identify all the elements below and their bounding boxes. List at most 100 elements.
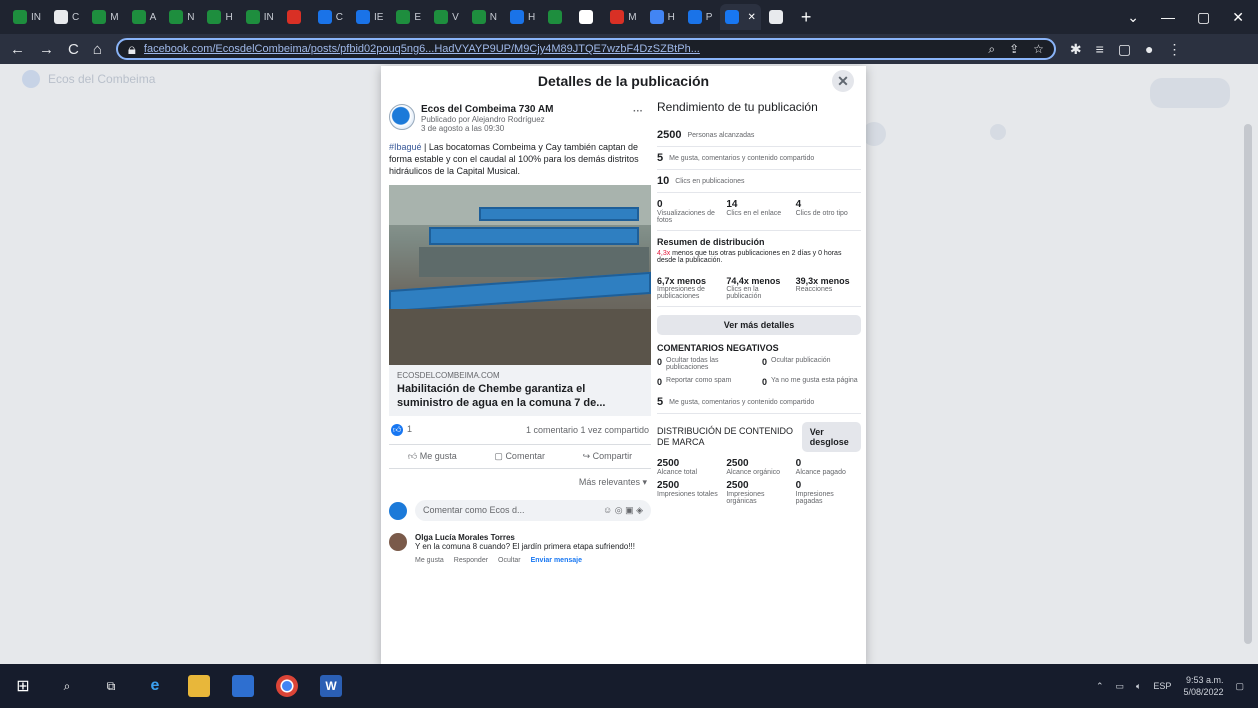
browser-tab[interactable]: C bbox=[49, 4, 84, 30]
chevron-down-icon[interactable]: ⌄ bbox=[1127, 9, 1139, 26]
edge-icon[interactable]: e bbox=[144, 675, 166, 697]
browser-tab[interactable] bbox=[543, 4, 571, 30]
browser-tab[interactable]: H bbox=[505, 4, 540, 30]
stat-value: 0 bbox=[795, 480, 802, 491]
stat-value: 0 bbox=[657, 199, 663, 210]
post-image[interactable] bbox=[389, 185, 651, 365]
system-tray: ⌃ ▭ 🔈︎ ESP 9:53 a.m. 5/08/2022 ▢ bbox=[1096, 674, 1258, 698]
tab-favicon-icon bbox=[355, 10, 370, 24]
chrome-icon[interactable] bbox=[276, 675, 298, 697]
back-icon[interactable]: ← bbox=[10, 41, 25, 58]
browser-tab[interactable]: N bbox=[164, 4, 199, 30]
stat-label: Alcance total bbox=[657, 469, 698, 476]
neg-label: Ocultar publicación bbox=[771, 357, 831, 364]
page-scrollbar[interactable] bbox=[1244, 124, 1252, 644]
bookmark-star-icon[interactable]: ☆ bbox=[1033, 42, 1044, 57]
forward-icon[interactable]: → bbox=[39, 41, 54, 58]
browser-tab[interactable]: V bbox=[429, 4, 464, 30]
side-panel-icon[interactable]: ▢ bbox=[1118, 41, 1131, 58]
new-tab-button[interactable]: + bbox=[801, 7, 812, 28]
menu-icon[interactable]: ⋮ bbox=[1168, 41, 1182, 58]
browser-tab[interactable]: C bbox=[313, 4, 348, 30]
send-message-button[interactable]: Enviar mensaje bbox=[531, 557, 582, 564]
stat-value: 0 bbox=[795, 458, 802, 469]
comments-shares[interactable]: 1 comentario 1 vez compartido bbox=[526, 425, 649, 435]
volume-icon[interactable]: 🔈︎ bbox=[1136, 681, 1141, 692]
browser-tab[interactable]: M bbox=[87, 4, 123, 30]
browser-tab[interactable]: IN bbox=[8, 4, 46, 30]
tab-favicon-icon bbox=[471, 10, 486, 24]
browser-tab[interactable]: N bbox=[467, 4, 502, 30]
neg-value: 0 bbox=[762, 377, 768, 387]
browser-tab[interactable]: P bbox=[683, 4, 718, 30]
tab-label: IN bbox=[263, 11, 274, 23]
emoji-icons[interactable]: ☺ ◎ ▣ ◈ bbox=[603, 505, 643, 516]
see-more-details-button[interactable]: Ver más detalles bbox=[657, 315, 861, 335]
neg-value: 0 bbox=[657, 357, 663, 367]
task-view-icon[interactable]: ⧉ bbox=[100, 675, 122, 697]
share-icon[interactable]: ⇪ bbox=[1009, 42, 1019, 57]
comment-actions: Me gusta Responder Ocultar Enviar mensaj… bbox=[389, 557, 651, 564]
minimize-icon[interactable]: — bbox=[1161, 9, 1175, 26]
browser-tab[interactable]: H bbox=[645, 4, 680, 30]
stat-value: 2500 bbox=[657, 458, 680, 469]
browser-tab[interactable] bbox=[764, 4, 792, 30]
browser-tab[interactable]: H bbox=[202, 4, 237, 30]
network-icon[interactable]: ▭ bbox=[1116, 681, 1125, 692]
search-icon[interactable]: ⌕ bbox=[988, 42, 995, 57]
view-breakdown-button[interactable]: Ver desglose bbox=[801, 422, 861, 452]
browser-tab[interactable] bbox=[574, 4, 602, 30]
browser-tab[interactable] bbox=[282, 4, 310, 30]
post-date[interactable]: 3 de agosto a las 09:30 bbox=[421, 124, 553, 133]
hide-button[interactable]: Ocultar bbox=[498, 557, 521, 564]
published-by: Publicado por Alejandro Rodríguez bbox=[421, 115, 545, 124]
browser-tab[interactable]: IN bbox=[241, 4, 279, 30]
page-avatar[interactable] bbox=[389, 104, 415, 130]
comment-input[interactable]: Comentar como Ecos d... ☺ ◎ ▣ ◈ bbox=[415, 500, 651, 521]
hashtag-link[interactable]: #Ibagué bbox=[389, 142, 422, 152]
windows-taskbar: ⊞ ⌕ ⧉ e W ⌃ ▭ 🔈︎ ESP 9:53 a.m. 5/08/2022 … bbox=[0, 664, 1258, 708]
reply-button[interactable]: Responder bbox=[454, 557, 488, 564]
reload-icon[interactable]: C bbox=[68, 41, 79, 58]
browser-tab[interactable]: M bbox=[605, 4, 641, 30]
reactions-count[interactable]: 👍︎ 1 bbox=[391, 424, 412, 436]
profile-icon[interactable]: ● bbox=[1145, 41, 1153, 58]
link-title[interactable]: Habilitación de Chembe garantiza el sumi… bbox=[397, 382, 643, 410]
sort-comments-dropdown[interactable]: Más relevantes ▾ bbox=[389, 469, 651, 496]
comment-author[interactable]: Olga Lucía Morales Torres bbox=[415, 533, 635, 542]
browser-tab[interactable]: E bbox=[391, 4, 426, 30]
url-input[interactable]: 🔒︎ facebook.com/EcosdelCombeima/posts/pf… bbox=[115, 38, 1056, 60]
language-indicator[interactable]: ESP bbox=[1153, 681, 1171, 691]
stat-value: 2500 bbox=[726, 458, 749, 469]
distribution-compare: 6,7x menos Impresiones de publicaciones 7… bbox=[657, 270, 861, 307]
browser-tab[interactable]: IE bbox=[351, 4, 388, 30]
comment-like-button[interactable]: Me gusta bbox=[415, 557, 444, 564]
more-options-icon[interactable]: ··· bbox=[633, 106, 643, 117]
home-icon[interactable]: ⌂ bbox=[93, 41, 102, 58]
share-button[interactable]: ↪ Compartir bbox=[583, 451, 633, 462]
file-explorer-icon[interactable] bbox=[188, 675, 210, 697]
tab-label: E bbox=[414, 11, 422, 23]
windows-start-icon[interactable]: ⊞ bbox=[12, 675, 34, 697]
notifications-icon[interactable]: ▢ bbox=[1235, 681, 1244, 692]
comment-button[interactable]: ▢ Comentar bbox=[494, 451, 545, 462]
browser-tab[interactable]: A bbox=[127, 4, 162, 30]
like-button[interactable]: 👍︎ Me gusta bbox=[408, 451, 457, 462]
search-icon[interactable]: ⌕ bbox=[56, 675, 78, 697]
link-preview[interactable]: ECOSDELCOMBEIMA.COM Habilitación de Chem… bbox=[389, 365, 651, 416]
reading-list-icon[interactable]: ≡ bbox=[1096, 41, 1104, 58]
browser-tab[interactable]: ✕ bbox=[720, 4, 761, 30]
tab-close-icon[interactable]: ✕ bbox=[747, 12, 755, 23]
page-name[interactable]: Ecos del Combeima 730 AM bbox=[421, 104, 553, 115]
maximize-icon[interactable]: ▢ bbox=[1197, 9, 1210, 26]
close-button[interactable]: ✕ bbox=[832, 70, 854, 92]
store-icon[interactable] bbox=[232, 675, 254, 697]
avatar[interactable] bbox=[389, 533, 407, 551]
chevron-up-icon[interactable]: ⌃ bbox=[1096, 681, 1104, 692]
close-window-icon[interactable]: ✕ bbox=[1232, 9, 1244, 26]
clock[interactable]: 9:53 a.m. 5/08/2022 bbox=[1183, 674, 1223, 698]
extensions-icon[interactable]: ✱ bbox=[1070, 41, 1082, 58]
stat-label: Clics en publicaciones bbox=[675, 177, 745, 185]
word-icon[interactable]: W bbox=[320, 675, 342, 697]
tab-favicon-icon bbox=[207, 10, 222, 24]
